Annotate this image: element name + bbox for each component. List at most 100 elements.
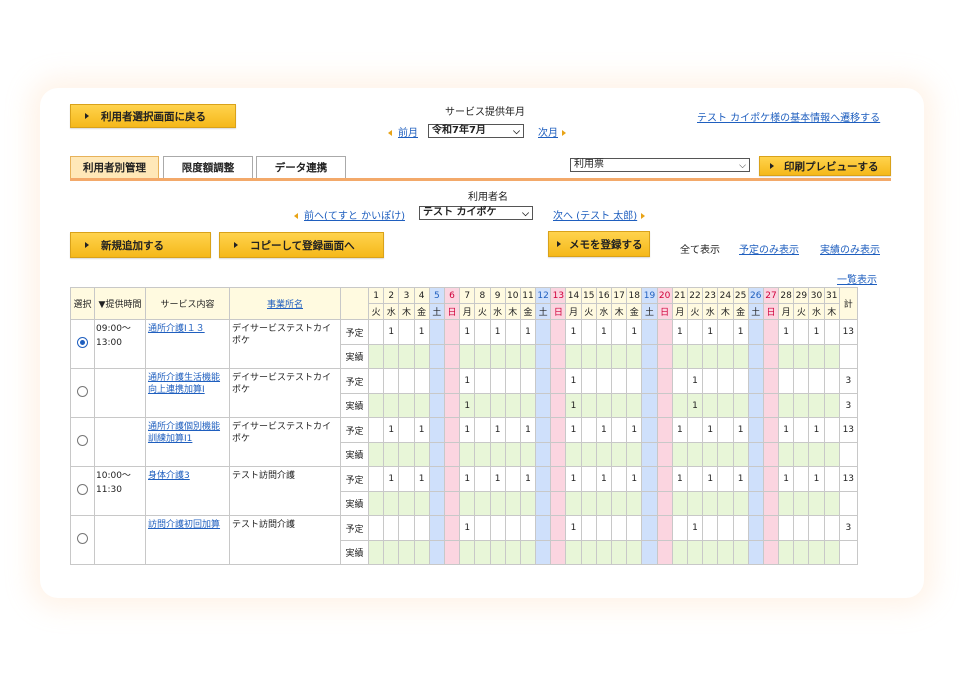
- office-header[interactable]: 事業所名: [229, 287, 341, 320]
- actual-day-cell[interactable]: [428, 393, 445, 418]
- actual-day-cell[interactable]: [808, 344, 825, 369]
- actual-day-cell[interactable]: [428, 491, 445, 516]
- plan-day-cell[interactable]: 1: [671, 417, 688, 443]
- actual-day-cell[interactable]: [702, 491, 719, 516]
- memo-register-button[interactable]: メモを登録する: [548, 231, 650, 257]
- row-radio[interactable]: [77, 435, 88, 446]
- plan-day-cell[interactable]: [717, 319, 734, 345]
- actual-day-cell[interactable]: [443, 442, 461, 467]
- plan-day-cell[interactable]: [808, 515, 825, 541]
- plan-day-cell[interactable]: [610, 368, 628, 394]
- actual-day-cell[interactable]: [413, 491, 430, 516]
- actual-day-cell[interactable]: 1: [565, 393, 582, 418]
- actual-day-cell[interactable]: [702, 540, 719, 565]
- plan-day-cell[interactable]: 1: [489, 466, 506, 492]
- plan-day-cell[interactable]: 1: [383, 417, 400, 443]
- plan-day-cell[interactable]: [793, 368, 810, 394]
- plan-day-cell[interactable]: [610, 515, 628, 541]
- plan-day-cell[interactable]: [626, 368, 643, 394]
- actual-day-cell[interactable]: [702, 393, 719, 418]
- tab-data-link[interactable]: データ連携: [256, 156, 346, 178]
- actual-day-cell[interactable]: [474, 442, 491, 467]
- actual-day-cell[interactable]: [367, 344, 385, 369]
- actual-day-cell[interactable]: [443, 540, 461, 565]
- actual-day-cell[interactable]: [367, 442, 385, 467]
- actual-day-cell[interactable]: [762, 442, 780, 467]
- plan-day-cell[interactable]: [762, 515, 780, 541]
- plan-day-cell[interactable]: [732, 515, 749, 541]
- plan-day-cell[interactable]: [823, 319, 840, 345]
- actual-day-cell[interactable]: [656, 393, 673, 418]
- plan-day-cell[interactable]: [610, 319, 628, 345]
- plan-day-cell[interactable]: 1: [459, 466, 476, 492]
- plan-day-cell[interactable]: [641, 515, 658, 541]
- actual-day-cell[interactable]: [383, 393, 400, 418]
- back-to-user-select-button[interactable]: 利用者選択画面に戻る: [70, 104, 236, 128]
- actual-day-cell[interactable]: [778, 393, 795, 418]
- actual-day-cell[interactable]: [504, 491, 521, 516]
- plan-day-cell[interactable]: [535, 319, 552, 345]
- plan-day-cell[interactable]: [519, 515, 537, 541]
- plan-day-cell[interactable]: [519, 368, 537, 394]
- plan-day-cell[interactable]: [474, 319, 491, 345]
- actual-day-cell[interactable]: [641, 540, 658, 565]
- actual-day-cell[interactable]: [610, 442, 628, 467]
- actual-day-cell[interactable]: [428, 442, 445, 467]
- plan-day-cell[interactable]: 1: [565, 368, 582, 394]
- plan-day-cell[interactable]: 1: [459, 515, 476, 541]
- actual-day-cell[interactable]: [443, 344, 461, 369]
- plan-day-cell[interactable]: [778, 368, 795, 394]
- actual-day-cell[interactable]: [610, 540, 628, 565]
- plan-day-cell[interactable]: [474, 515, 491, 541]
- plan-day-cell[interactable]: 1: [702, 319, 719, 345]
- actual-day-cell[interactable]: [535, 491, 552, 516]
- actual-day-cell[interactable]: [398, 442, 415, 467]
- actual-day-cell[interactable]: [504, 393, 521, 418]
- actual-day-cell[interactable]: [474, 344, 491, 369]
- plan-day-cell[interactable]: [626, 515, 643, 541]
- plan-day-cell[interactable]: [747, 466, 764, 492]
- show-actual-only-link[interactable]: 実績のみ表示: [820, 241, 880, 256]
- service-link[interactable]: 通所介護生活機能向上連携加算Ⅰ: [148, 373, 220, 395]
- plan-day-cell[interactable]: 1: [702, 417, 719, 443]
- plan-day-cell[interactable]: [656, 466, 673, 492]
- actual-day-cell[interactable]: [580, 393, 597, 418]
- actual-day-cell[interactable]: [641, 344, 658, 369]
- plan-day-cell[interactable]: [367, 368, 385, 394]
- actual-day-cell[interactable]: [656, 442, 673, 467]
- plan-day-cell[interactable]: [550, 515, 567, 541]
- plan-day-cell[interactable]: [762, 319, 780, 345]
- actual-day-cell[interactable]: 1: [686, 393, 704, 418]
- plan-day-cell[interactable]: 1: [489, 319, 506, 345]
- actual-day-cell[interactable]: [489, 442, 506, 467]
- actual-day-cell[interactable]: [793, 393, 810, 418]
- plan-day-cell[interactable]: [443, 417, 461, 443]
- actual-day-cell[interactable]: [383, 491, 400, 516]
- actual-day-cell[interactable]: [383, 344, 400, 369]
- plan-day-cell[interactable]: [428, 368, 445, 394]
- prev-month-link[interactable]: 前月: [388, 124, 418, 139]
- plan-day-cell[interactable]: [762, 466, 780, 492]
- actual-day-cell[interactable]: [656, 540, 673, 565]
- plan-day-cell[interactable]: [656, 417, 673, 443]
- actual-day-cell[interactable]: [762, 393, 780, 418]
- actual-day-cell[interactable]: [732, 491, 749, 516]
- actual-day-cell[interactable]: [428, 540, 445, 565]
- actual-day-cell[interactable]: [489, 540, 506, 565]
- plan-day-cell[interactable]: [428, 417, 445, 443]
- plan-day-cell[interactable]: [413, 515, 430, 541]
- plan-day-cell[interactable]: 1: [413, 417, 430, 443]
- month-select[interactable]: 令和7年7月 ⌵: [428, 124, 524, 138]
- actual-day-cell[interactable]: [626, 442, 643, 467]
- plan-day-cell[interactable]: [823, 515, 840, 541]
- actual-day-cell[interactable]: [747, 393, 764, 418]
- plan-day-cell[interactable]: 1: [778, 466, 795, 492]
- actual-day-cell[interactable]: [778, 491, 795, 516]
- next-month-link[interactable]: 次月: [538, 124, 566, 139]
- plan-day-cell[interactable]: [504, 319, 521, 345]
- actual-day-cell[interactable]: [641, 491, 658, 516]
- plan-day-cell[interactable]: [595, 368, 613, 394]
- actual-day-cell[interactable]: [732, 540, 749, 565]
- actual-day-cell[interactable]: [580, 344, 597, 369]
- plan-day-cell[interactable]: [656, 515, 673, 541]
